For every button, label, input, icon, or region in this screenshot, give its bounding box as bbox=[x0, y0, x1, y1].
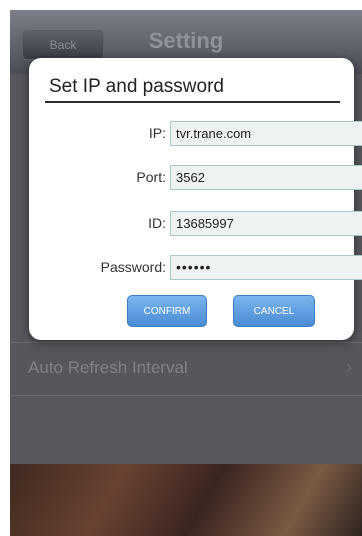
page-title: Setting bbox=[148, 28, 224, 53]
port-field[interactable] bbox=[170, 165, 362, 190]
id-label: ID: bbox=[148, 215, 166, 231]
password-label: Password: bbox=[100, 259, 166, 275]
cancel-button[interactable]: CANCEL bbox=[233, 295, 315, 327]
port-label: Port: bbox=[136, 169, 166, 185]
ip-field[interactable] bbox=[170, 121, 362, 146]
id-field[interactable] bbox=[170, 211, 362, 236]
background-photo bbox=[10, 464, 362, 536]
ip-label: IP: bbox=[148, 125, 166, 141]
auto-refresh-interval-label: Auto Refresh Interval bbox=[28, 358, 188, 377]
dialog-divider bbox=[45, 101, 340, 103]
password-field[interactable]: •••••• bbox=[170, 255, 362, 280]
chevron-right-icon: › bbox=[346, 357, 352, 377]
set-ip-password-dialog: Set IP and password IP: Port: ID: Passwo… bbox=[29, 58, 362, 340]
dialog-title: Set IP and password bbox=[49, 76, 224, 97]
auto-refresh-interval-row[interactable]: Auto Refresh Interval › bbox=[10, 342, 362, 396]
confirm-button[interactable]: CONFIRM bbox=[127, 295, 207, 327]
